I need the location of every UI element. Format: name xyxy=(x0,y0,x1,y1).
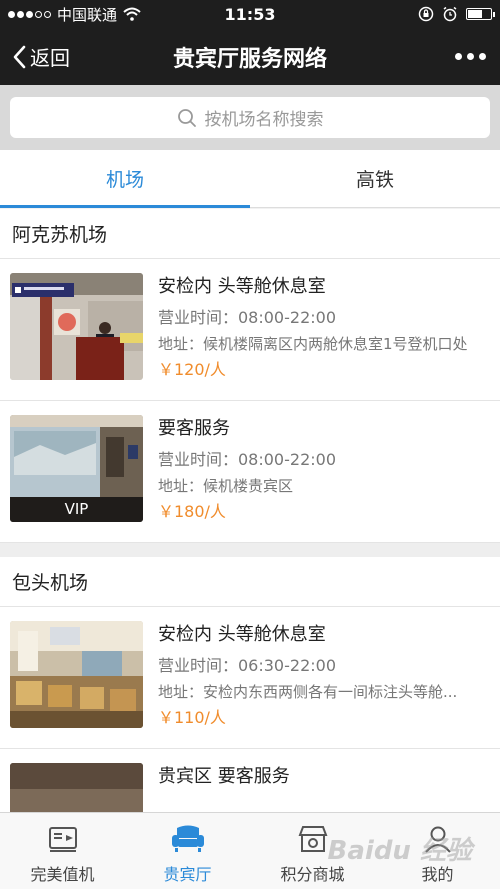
search-input[interactable]: 按机场名称搜索 xyxy=(10,97,490,138)
address: 地址：安检内东西两侧各有一间标注头等舱... xyxy=(158,683,458,701)
opening-hours: 营业时间：08:00-22:00 xyxy=(158,308,336,327)
section-header-baotou: 包头机场 xyxy=(0,557,500,607)
list-item[interactable]: 贵宾区 要客服务 xyxy=(0,749,500,812)
back-button[interactable]: 返回 xyxy=(12,42,70,71)
tab-high-speed-rail[interactable]: 高铁 xyxy=(250,150,500,207)
lounge-thumbnail xyxy=(10,621,143,728)
lounge-list[interactable]: 阿克苏机场 安检内 头等舱休息室 营业时间：08:00-22:00 地址：候机楼… xyxy=(0,209,500,812)
navigation-bar: 返回 贵宾厅服务网络 xyxy=(0,28,500,85)
vip-label: VIP xyxy=(10,497,143,522)
price: ￥180/人 xyxy=(158,502,226,521)
alarm-icon xyxy=(443,6,457,22)
orientation-lock-icon xyxy=(418,6,434,22)
tab-checkin[interactable]: 完美值机 xyxy=(0,813,125,889)
lounge-name: 要客服务 xyxy=(158,418,230,439)
search-icon xyxy=(177,108,196,127)
tab-airport[interactable]: 机场 xyxy=(0,150,250,208)
sofa-icon xyxy=(171,823,205,855)
list-item[interactable]: 安检内 头等舱休息室 营业时间：08:00-22:00 地址：候机楼隔离区内两舱… xyxy=(0,259,500,401)
lounge-thumbnail: VIP xyxy=(10,415,143,522)
list-item[interactable]: 安检内 头等舱休息室 营业时间：06:30-22:00 地址：安检内东西两侧各有… xyxy=(0,607,500,749)
boarding-pass-icon xyxy=(46,823,80,855)
address: 地址：候机楼贵宾区 xyxy=(158,477,294,495)
battery-icon xyxy=(466,8,495,20)
mall-icon xyxy=(296,823,330,855)
lounge-name: 贵宾区 要客服务 xyxy=(158,766,290,787)
item-details: 要客服务 营业时间：08:00-22:00 地址：候机楼贵宾区 ￥180/人 xyxy=(158,415,492,525)
tab-lounge[interactable]: 贵宾厅 xyxy=(125,813,250,889)
lounge-name: 安检内 头等舱休息室 xyxy=(158,624,326,645)
lounge-thumbnail xyxy=(10,763,143,812)
item-details: 安检内 头等舱休息室 营业时间：06:30-22:00 地址：安检内东西两侧各有… xyxy=(158,621,492,731)
section-header-aksu: 阿克苏机场 xyxy=(0,209,500,259)
list-item[interactable]: VIP 要客服务 营业时间：08:00-22:00 地址：候机楼贵宾区 ￥180… xyxy=(0,401,500,543)
back-label: 返回 xyxy=(30,46,70,70)
status-bar: 中国联通 11:53 xyxy=(0,0,500,28)
more-dots-icon[interactable] xyxy=(455,53,486,60)
price: ￥120/人 xyxy=(158,360,226,379)
address: 地址：候机楼隔离区内两舱休息室1号登机口处 xyxy=(158,335,468,353)
status-right-group xyxy=(418,6,495,22)
tab-label: 完美值机 xyxy=(30,865,95,884)
opening-hours: 营业时间：06:30-22:00 xyxy=(158,656,336,675)
tab-label: 积分商城 xyxy=(280,865,345,884)
search-placeholder: 按机场名称搜索 xyxy=(204,110,324,130)
chevron-left-icon xyxy=(13,45,26,68)
lounge-thumbnail xyxy=(10,273,143,380)
page-title: 贵宾厅服务网络 xyxy=(172,46,327,72)
opening-hours: 营业时间：08:00-22:00 xyxy=(158,450,336,469)
tab-label: 贵宾厅 xyxy=(163,865,212,884)
bottom-tab-bar: 完美值机 贵宾厅 积分商城 我的 Baidu 经验 xyxy=(0,812,500,889)
lounge-name: 安检内 头等舱休息室 xyxy=(158,276,326,297)
category-tabs: 机场 高铁 xyxy=(0,150,500,208)
section-divider xyxy=(0,543,500,557)
tab-label: 我的 xyxy=(421,865,454,884)
item-details: 贵宾区 要客服务 xyxy=(158,763,492,791)
tab-profile[interactable]: 我的 xyxy=(375,813,500,889)
tab-points-mall[interactable]: 积分商城 xyxy=(250,813,375,889)
price: ￥110/人 xyxy=(158,708,226,727)
user-icon xyxy=(421,823,455,855)
search-bar-container: 按机场名称搜索 xyxy=(0,85,500,150)
item-details: 安检内 头等舱休息室 营业时间：08:00-22:00 地址：候机楼隔离区内两舱… xyxy=(158,273,492,383)
